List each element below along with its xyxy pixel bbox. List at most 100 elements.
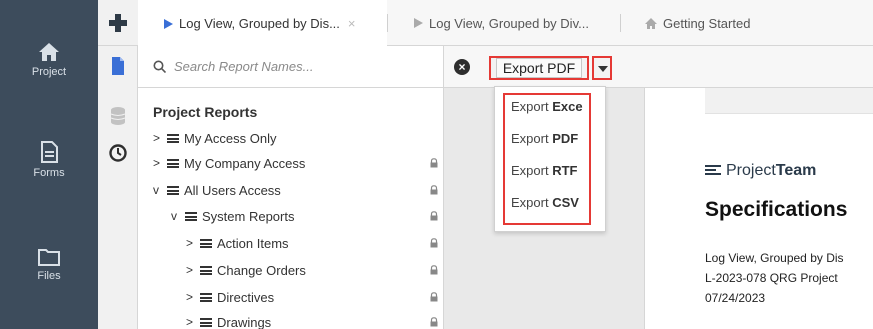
nav-item-forms-label: Forms bbox=[33, 167, 65, 179]
lock-icon bbox=[430, 292, 438, 302]
report-list-pane: Project Reports > My Access Only > My Co… bbox=[138, 46, 444, 329]
lock-icon bbox=[430, 211, 438, 221]
document-line: L-2023-078 QRG Project bbox=[705, 271, 838, 285]
folder-icon bbox=[38, 249, 60, 266]
tab-getting-started[interactable]: Getting Started bbox=[621, 0, 801, 46]
tree-item-system-reports[interactable]: v System Reports bbox=[171, 206, 294, 226]
menu-item-export-csv[interactable]: Export CSV bbox=[511, 195, 589, 215]
database-icon[interactable] bbox=[108, 106, 128, 126]
menu-item-export-excel[interactable]: Export Exce bbox=[511, 99, 589, 119]
menu-item-format: Exce bbox=[552, 99, 583, 114]
tree-item-action-items[interactable]: > Action Items bbox=[186, 233, 289, 253]
document-icon bbox=[41, 141, 58, 163]
tree-item-drawings[interactable]: > Drawings bbox=[186, 312, 271, 329]
lock-icon bbox=[430, 158, 438, 168]
lock-icon bbox=[430, 185, 438, 195]
search-icon bbox=[153, 60, 166, 73]
search-bar bbox=[138, 46, 444, 88]
folder-icon bbox=[167, 185, 179, 195]
menu-item-prefix: Export bbox=[511, 163, 553, 178]
lock-icon bbox=[430, 238, 438, 248]
tree-item-label: System Reports bbox=[202, 208, 295, 224]
menu-item-prefix: Export bbox=[511, 99, 553, 114]
report-file-icon[interactable] bbox=[108, 56, 128, 76]
chevron-down-icon: v bbox=[171, 209, 177, 223]
plus-icon[interactable] bbox=[108, 13, 128, 33]
tab-bar: Log View, Grouped by Dis... × Log View, … bbox=[138, 0, 873, 47]
menu-item-format: RTF bbox=[552, 163, 578, 178]
export-button[interactable]: Export PDF bbox=[489, 56, 589, 80]
tree-item-label: Action Items bbox=[217, 235, 289, 251]
document-title: Specifications bbox=[705, 198, 848, 221]
menu-item-prefix: Export bbox=[511, 195, 553, 210]
icon-strip bbox=[98, 0, 138, 329]
chevron-right-icon: > bbox=[186, 263, 194, 277]
menu-item-export-pdf[interactable]: Export PDF bbox=[511, 131, 589, 151]
tree-item-label: All Users Access bbox=[184, 182, 281, 198]
folder-icon bbox=[185, 211, 197, 221]
tree-item-label: My Company Access bbox=[184, 155, 306, 171]
menu-item-format: CSV bbox=[552, 195, 579, 210]
logo-lines-icon bbox=[705, 164, 721, 178]
tree-item-change-orders[interactable]: > Change Orders bbox=[186, 260, 306, 280]
clock-icon[interactable] bbox=[108, 143, 128, 163]
report-toolbar: × Export PDF bbox=[444, 46, 873, 88]
nav-item-files[interactable]: Files bbox=[0, 248, 98, 282]
tree-item-my-access-only[interactable]: > My Access Only bbox=[153, 128, 276, 148]
folder-icon bbox=[167, 133, 179, 143]
export-dropdown-toggle[interactable] bbox=[592, 56, 612, 80]
lock-icon bbox=[430, 317, 438, 327]
tab-label: Getting Started bbox=[663, 15, 751, 31]
export-button-label: Export PDF bbox=[495, 58, 583, 78]
section-title: Project Reports bbox=[153, 104, 258, 120]
tree-item-my-company-access[interactable]: > My Company Access bbox=[153, 153, 305, 173]
chevron-down-icon: v bbox=[153, 183, 159, 197]
folder-icon bbox=[167, 158, 179, 168]
chevron-right-icon: > bbox=[186, 290, 194, 304]
tab-log-view-division[interactable]: Log View, Grouped by Div... bbox=[388, 0, 618, 46]
tree-item-all-users-access[interactable]: v All Users Access bbox=[153, 180, 281, 200]
nav-item-files-label: Files bbox=[37, 270, 61, 282]
folder-icon bbox=[200, 292, 212, 302]
folder-icon bbox=[200, 265, 212, 275]
chevron-right-icon: > bbox=[153, 131, 161, 145]
report-document: Project Team Specifications Log View, Gro… bbox=[644, 88, 873, 329]
tree-item-label: Directives bbox=[217, 289, 275, 305]
logo-text-bold: Team bbox=[775, 162, 817, 179]
new-tab-area bbox=[98, 0, 138, 46]
folder-icon bbox=[200, 238, 212, 248]
tab-log-view-discipline[interactable]: Log View, Grouped by Dis... × bbox=[138, 0, 387, 47]
menu-item-export-rtf[interactable]: Export RTF bbox=[511, 163, 589, 183]
export-menu: Export Exce Export PDF Export RTF Export… bbox=[494, 86, 606, 232]
chevron-right-icon: > bbox=[153, 156, 161, 170]
export-menu-highlight: Export Exce Export PDF Export RTF Export… bbox=[503, 93, 591, 225]
home-icon bbox=[39, 43, 59, 61]
nav-item-project[interactable]: Project bbox=[0, 42, 98, 78]
projectteam-logo: Project Team bbox=[705, 162, 816, 180]
menu-item-prefix: Export bbox=[511, 131, 553, 146]
tree-item-label: My Access Only bbox=[184, 130, 277, 146]
document-line: 07/24/2023 bbox=[705, 291, 766, 305]
play-icon bbox=[164, 18, 173, 29]
tree-item-directives[interactable]: > Directives bbox=[186, 287, 274, 307]
document-header-strip bbox=[705, 88, 873, 114]
lock-icon bbox=[430, 265, 438, 275]
search-input[interactable] bbox=[174, 59, 414, 74]
tab-label: Log View, Grouped by Div... bbox=[429, 15, 589, 31]
chevron-right-icon: > bbox=[186, 315, 194, 329]
tree-item-label: Change Orders bbox=[217, 262, 306, 278]
close-icon[interactable]: × bbox=[348, 16, 356, 31]
tree-item-label: Drawings bbox=[217, 314, 272, 329]
logo-text-light: Project bbox=[726, 162, 776, 179]
nav-item-forms[interactable]: Forms bbox=[0, 141, 98, 179]
clear-icon[interactable]: × bbox=[454, 59, 470, 75]
menu-item-format: PDF bbox=[552, 131, 579, 146]
chevron-right-icon: > bbox=[186, 236, 194, 250]
document-line: Log View, Grouped by Dis bbox=[705, 251, 844, 265]
folder-icon bbox=[200, 317, 212, 327]
home-icon bbox=[645, 17, 657, 29]
tab-label: Log View, Grouped by Dis... bbox=[179, 16, 340, 31]
play-icon bbox=[414, 18, 423, 28]
left-nav: Project Forms Files bbox=[0, 0, 98, 329]
nav-item-project-label: Project bbox=[31, 66, 67, 78]
